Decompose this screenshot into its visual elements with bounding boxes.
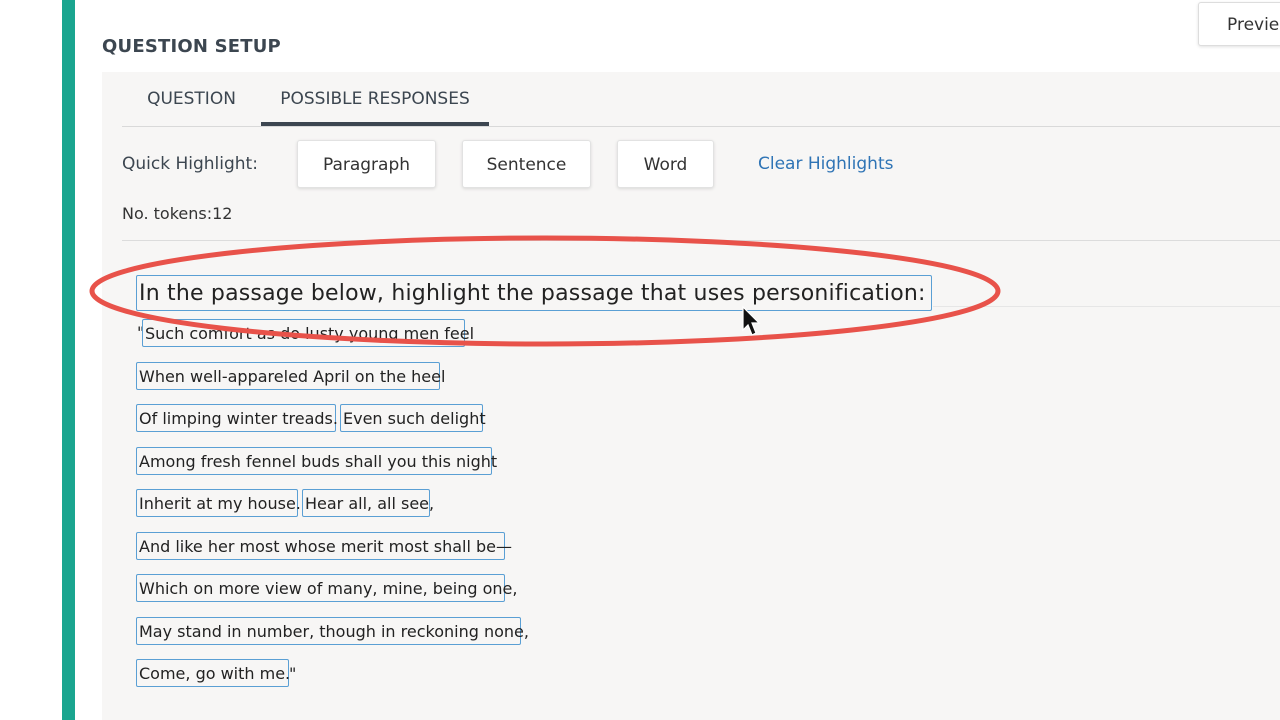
token[interactable]: Of limping winter treads. [136,404,338,432]
token[interactable]: Hear all, all see, [302,489,434,517]
token[interactable]: Such comfort as do lusty young men feel [142,319,474,347]
left-accent-bar [62,0,75,720]
tab-bar: QUESTION POSSIBLE RESPONSES [122,78,1280,127]
token[interactable]: And like her most whose merit most shall… [136,532,512,560]
token[interactable]: Inherit at my house. [136,489,301,517]
section-title: QUESTION SETUP [102,36,281,57]
word-button[interactable]: Word [617,140,714,188]
token[interactable]: Which on more view of many, mine, being … [136,574,517,602]
clear-highlights-link[interactable]: Clear Highlights [758,154,893,174]
tab-possible-responses[interactable]: POSSIBLE RESPONSES [261,78,489,126]
token-count: No. tokens:12 [122,204,233,223]
token[interactable]: When well-appareled April on the heel [136,362,445,390]
token[interactable]: Come, go with me. [136,659,290,687]
token[interactable]: May stand in number, though in reckoning… [136,617,529,645]
tab-question[interactable]: QUESTION [122,78,261,126]
token[interactable]: Among fresh fennel buds shall you this n… [136,447,497,475]
close-quote: " [289,664,297,683]
divider [122,240,1280,241]
token[interactable]: Even such delight [340,404,486,432]
paragraph-button[interactable]: Paragraph [297,140,436,188]
divider [933,306,1280,307]
quick-highlight-label: Quick Highlight: [122,154,258,174]
sentence-button[interactable]: Sentence [462,140,591,188]
token-prompt[interactable]: In the passage below, highlight the pass… [136,275,932,311]
preview-button[interactable]: Preview [1198,2,1280,46]
